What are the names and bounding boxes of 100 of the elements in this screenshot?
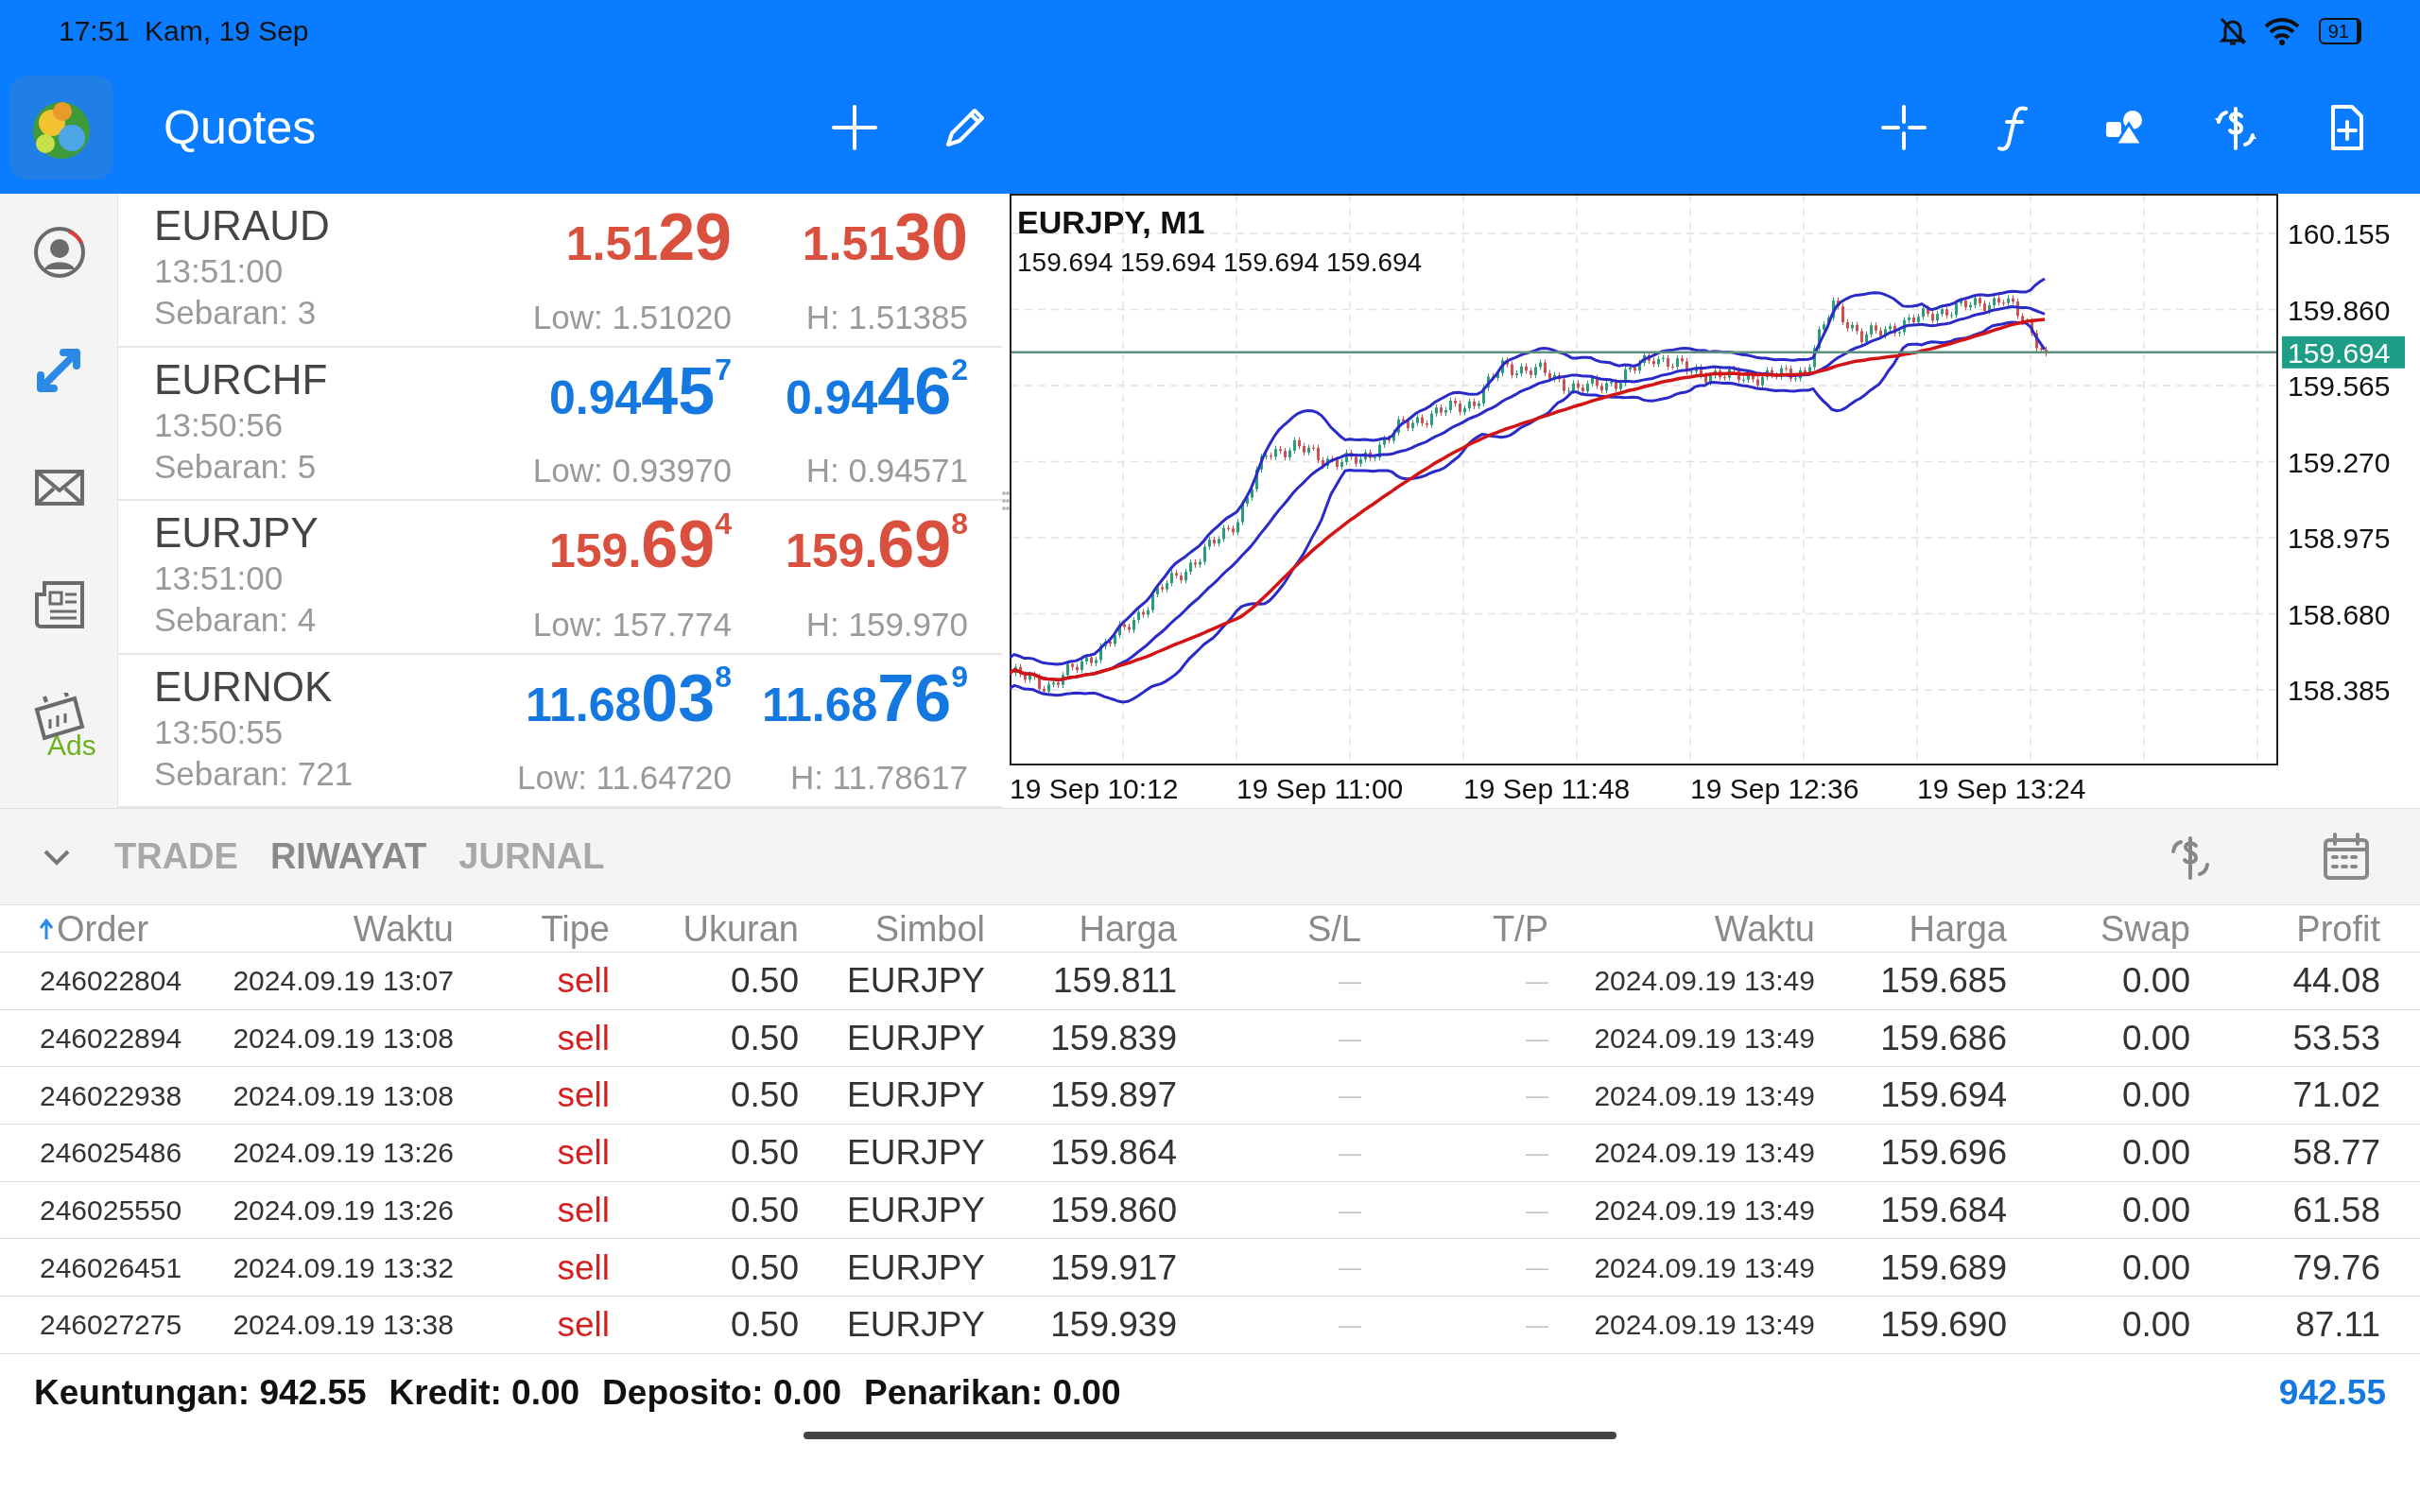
low-price: Low: 11.64720 xyxy=(516,758,732,798)
panel-tab[interactable]: RIWAYAT xyxy=(253,830,443,884)
volume-cell: 0.50 xyxy=(731,1075,799,1115)
battery-level: 91 xyxy=(2318,17,2361,44)
column-header[interactable]: Order xyxy=(57,905,149,953)
quote-time: 13:51:00 xyxy=(154,558,285,598)
stop-loss-cell: — xyxy=(1339,1311,1361,1337)
summary-item: Keuntungan: 942.55 xyxy=(34,1372,367,1415)
quote-time: 13:50:56 xyxy=(154,404,285,445)
column-header[interactable]: S/L xyxy=(1177,905,1361,953)
take-profit-cell: — xyxy=(1526,1196,1548,1223)
time-cell: 2024.09.19 13:08 xyxy=(233,1079,454,1111)
column-header[interactable]: Harga xyxy=(1815,905,2007,953)
ask-price: 11.6876$^{9}$ xyxy=(761,662,968,737)
swap-cell: 0.00 xyxy=(2122,1305,2190,1345)
take-profit-cell: — xyxy=(1526,1082,1548,1108)
column-header[interactable]: Waktu xyxy=(1548,905,1815,953)
take-profit-cell: — xyxy=(1526,1024,1548,1051)
symbol-cell: EURJPY xyxy=(847,1075,985,1115)
type-cell: sell xyxy=(557,961,610,1001)
ads-label: Ads xyxy=(47,729,96,763)
bid-price: 1.5129 xyxy=(565,201,732,276)
column-header[interactable]: Simbol xyxy=(799,905,985,953)
quote-spread: Sebaran: 4 xyxy=(154,600,318,640)
app-title: Quotes xyxy=(163,99,318,156)
price-cell: 159.860 xyxy=(1050,1190,1177,1229)
symbol-cell: EURJPY xyxy=(847,1018,985,1057)
stop-loss-cell: — xyxy=(1339,967,1361,993)
sidebar-item[interactable]: Ads xyxy=(0,662,118,780)
price-axis-label: 158.975 xyxy=(2288,523,2391,554)
take-profit-cell: — xyxy=(1526,1139,1548,1165)
column-header[interactable]: T/P xyxy=(1361,905,1548,953)
quote-symbol: EURAUD xyxy=(154,201,330,250)
type-cell: sell xyxy=(557,1018,610,1057)
take-profit-cell: — xyxy=(1526,967,1548,993)
time-cell: 2024.09.19 13:26 xyxy=(233,1137,454,1169)
profit-cell: 79.76 xyxy=(2292,1247,2380,1287)
time-cell: 2024.09.19 13:49 xyxy=(1594,1251,1815,1283)
column-header[interactable]: Tipe xyxy=(454,905,610,953)
ask-price: 159.69$^{8}$ xyxy=(786,508,968,583)
panel-tab[interactable]: TRADE xyxy=(98,830,254,884)
symbol-cell: EURJPY xyxy=(847,1133,985,1173)
price-cell: 159.689 xyxy=(1880,1247,2007,1287)
column-header[interactable]: Ukuran xyxy=(610,905,799,953)
low-price: Low: 0.93970 xyxy=(532,451,732,490)
swap-cell: 0.00 xyxy=(2122,1190,2190,1229)
drag-handle-icon xyxy=(1002,490,1010,511)
column-header[interactable]: Profit xyxy=(2190,905,2380,953)
volume-cell: 0.50 xyxy=(731,961,799,1001)
home-indicator[interactable] xyxy=(804,1431,1616,1439)
quote-symbol: EURNOK xyxy=(154,662,334,712)
price-cell: 159.864 xyxy=(1050,1133,1177,1173)
status-date: Kam, 19 Sep xyxy=(145,14,309,48)
quote-symbol: EURJPY xyxy=(154,508,319,558)
type-cell: sell xyxy=(557,1075,610,1115)
ask-price: 0.9446$^{2}$ xyxy=(786,354,968,430)
swap-cell: 0.00 xyxy=(2122,961,2190,1001)
column-header[interactable]: Swap xyxy=(2007,905,2190,953)
total-profit: 942.55 xyxy=(2278,1372,2386,1415)
price-cell: 159.685 xyxy=(1880,961,2007,1001)
type-cell: sell xyxy=(557,1190,610,1229)
time-axis-label: 19 Sep 10:12 xyxy=(1010,773,1179,804)
stop-loss-cell: — xyxy=(1339,1139,1361,1165)
summary-item: Kredit: 0.00 xyxy=(389,1372,580,1415)
time-cell: 2024.09.19 13:08 xyxy=(233,1022,454,1055)
price-axis-label: 158.680 xyxy=(2288,598,2391,630)
symbol-cell: EURJPY xyxy=(847,1190,985,1229)
symbol-cell: EURJPY xyxy=(847,1305,985,1345)
time-cell: 2024.09.19 13:32 xyxy=(233,1251,454,1283)
column-header[interactable]: Waktu xyxy=(203,905,454,953)
quote-time: 13:51:00 xyxy=(154,251,285,291)
current-price-label: 159.694 xyxy=(2282,335,2405,369)
swap-cell: 0.00 xyxy=(2122,1018,2190,1057)
stop-loss-cell: — xyxy=(1339,1254,1361,1280)
time-cell: 2024.09.19 13:07 xyxy=(233,965,454,997)
price-axis-label: 159.270 xyxy=(2288,446,2391,478)
time-axis-label: 19 Sep 11:48 xyxy=(1463,773,1631,804)
swap-cell: 0.00 xyxy=(2122,1133,2190,1173)
order-cell: 246025486 xyxy=(40,1137,182,1169)
high-price: H: 159.970 xyxy=(805,604,968,644)
time-cell: 2024.09.19 13:49 xyxy=(1594,1079,1815,1111)
price-cell: 159.694 xyxy=(1880,1075,2007,1115)
order-cell: 246025550 xyxy=(40,1194,182,1227)
column-header[interactable]: Harga xyxy=(985,905,1177,953)
status-time: 17:51 xyxy=(59,14,130,48)
bid-price: 0.9445$^{7}$ xyxy=(549,354,732,430)
profit-cell: 53.53 xyxy=(2292,1018,2380,1057)
panel-tab[interactable]: JURNAL xyxy=(442,830,621,884)
time-cell: 2024.09.19 13:26 xyxy=(233,1194,454,1227)
high-price: H: 0.94571 xyxy=(805,451,968,490)
price-cell: 159.686 xyxy=(1880,1018,2007,1057)
time-axis-label: 19 Sep 11:00 xyxy=(1236,773,1404,804)
volume-cell: 0.50 xyxy=(731,1018,799,1057)
low-price: Low: 1.51020 xyxy=(532,297,732,337)
bid-price: 159.69$^{4}$ xyxy=(549,508,732,583)
price-cell: 159.696 xyxy=(1880,1133,2007,1173)
time-cell: 2024.09.19 13:49 xyxy=(1594,1022,1815,1055)
chart-title: EURJPY, M1 xyxy=(1017,204,1205,240)
stop-loss-cell: — xyxy=(1339,1024,1361,1051)
bid-price: 11.6803$^{8}$ xyxy=(525,662,732,737)
